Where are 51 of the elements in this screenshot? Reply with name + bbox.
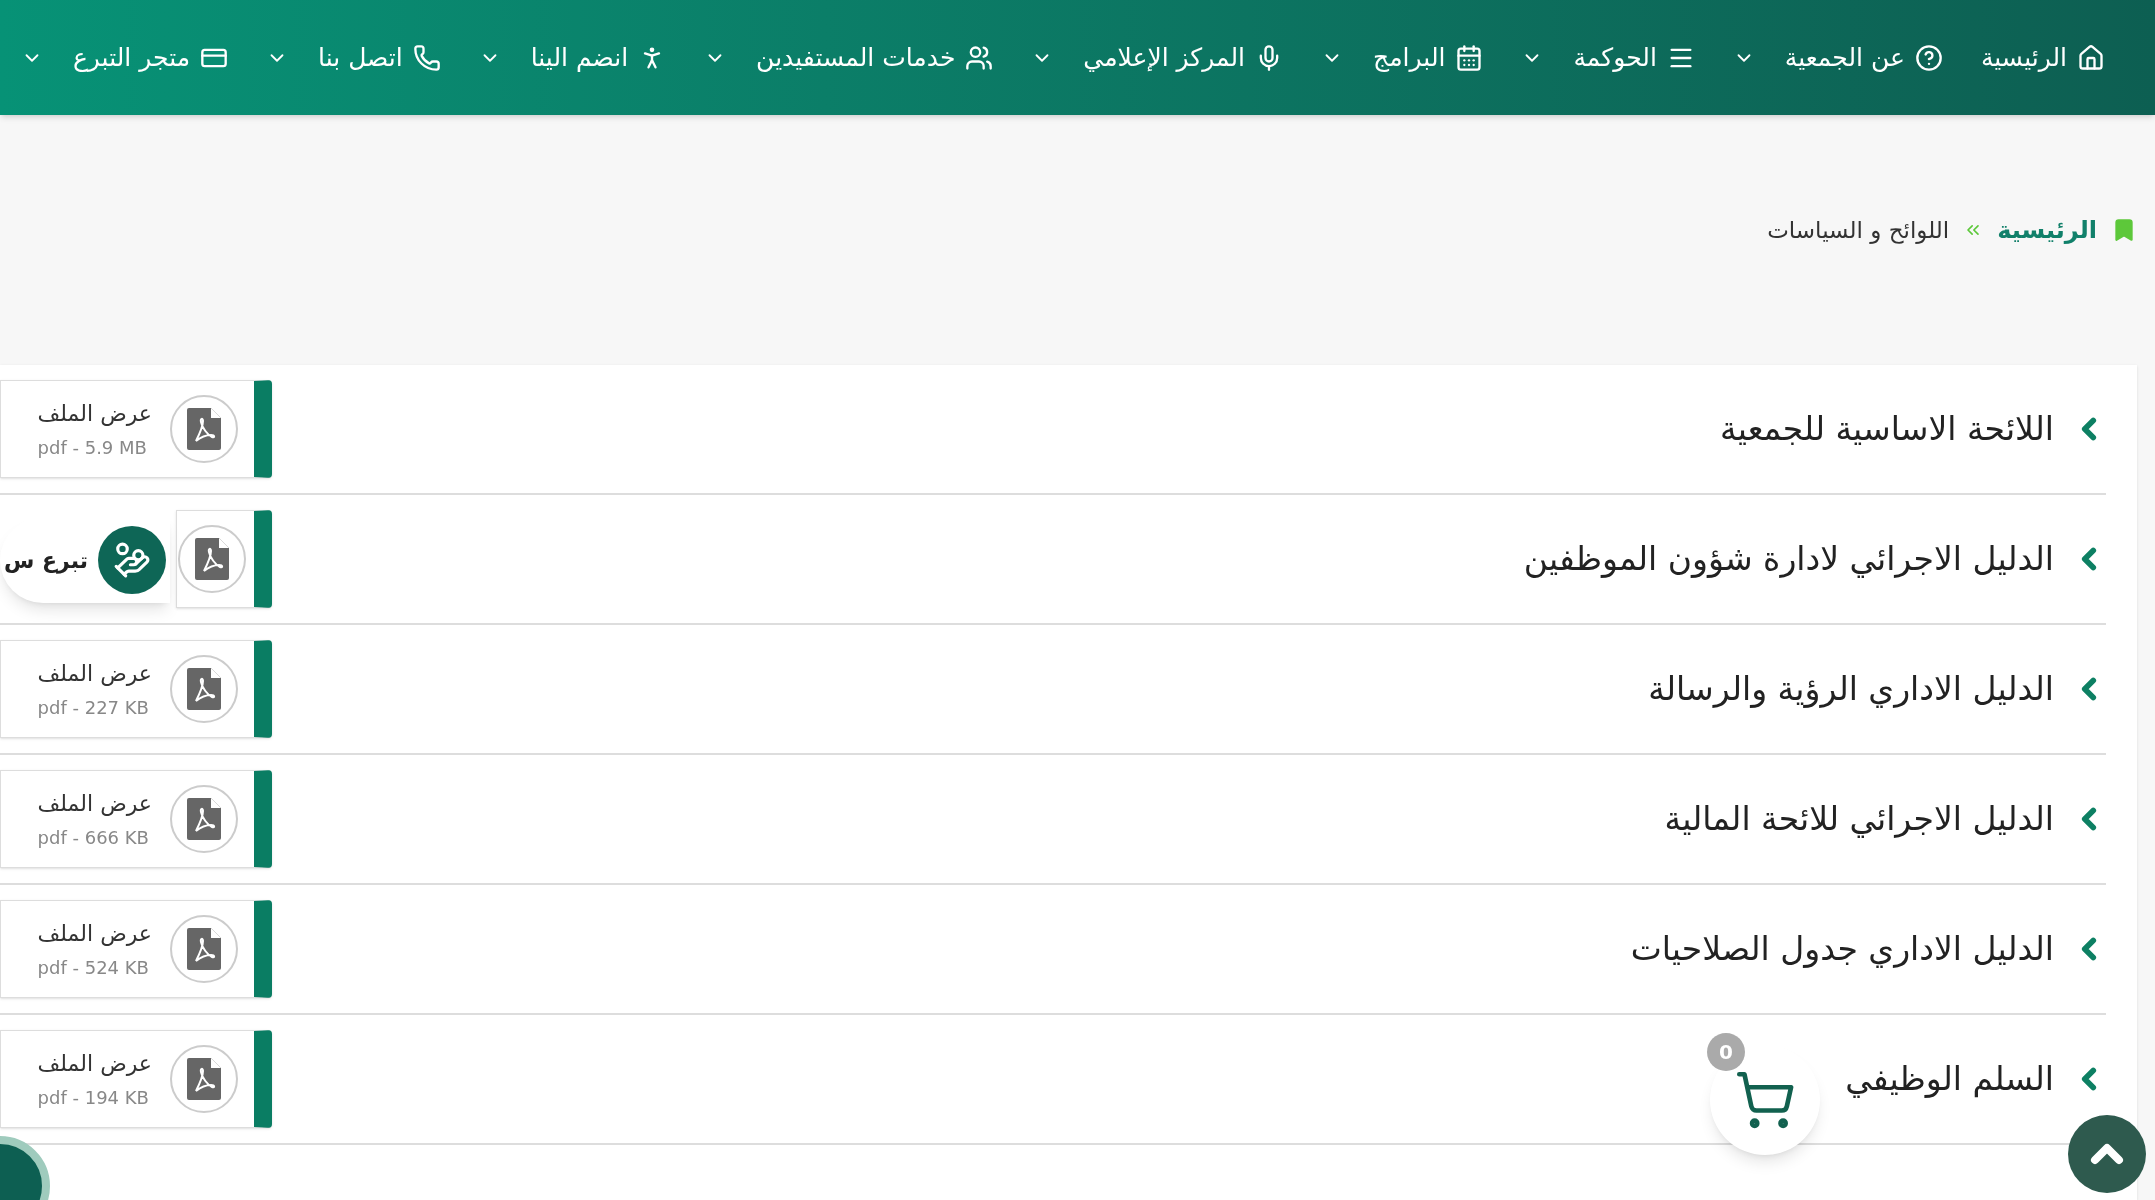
- nav-menu-item[interactable]: عن الجمعية: [1732, 38, 1943, 77]
- nav-label: اتصل بنا: [318, 41, 403, 74]
- nav-label: خدمات المستفيدين: [756, 41, 956, 74]
- nav-label: البرامج: [1373, 41, 1446, 74]
- pdf-file-icon: [195, 538, 229, 580]
- nav-menu-item[interactable]: خدمات المستفيدين: [704, 38, 994, 77]
- view-file-label: عرض الملف: [37, 400, 152, 428]
- breadcrumb-current: اللوائح و السياسات: [1767, 215, 1950, 246]
- nav-menu-item[interactable]: المركز الإعلامي: [1031, 38, 1284, 77]
- view-file-label: عرض الملف: [37, 660, 152, 688]
- nav-label: انضم الينا: [530, 41, 629, 74]
- file-size-label: pdf - 666 KB: [37, 826, 149, 850]
- view-file-label: عرض الملف: [37, 790, 152, 818]
- phone-icon: [412, 43, 441, 72]
- nav-menu-item[interactable]: البرامج: [1321, 38, 1484, 77]
- question-mark-icon: [1914, 43, 1943, 72]
- view-file-label: عرض الملف: [37, 920, 152, 948]
- file-size-label: pdf - 5.9 MB: [37, 436, 147, 460]
- pdf-file-icon: [187, 1058, 221, 1100]
- document-title[interactable]: الدليل الاجرائي لادارة شؤون الموظفين: [1523, 534, 2054, 584]
- pdf-file-icon: [187, 798, 221, 840]
- nav-label: عن الجمعية: [1784, 41, 1905, 74]
- nav-menu-item[interactable]: الرئيسية: [1980, 38, 2105, 77]
- document-title[interactable]: الدليل الاجرائي للائحة المالية: [1664, 794, 2054, 844]
- view-file-label: عرض الملف: [37, 1050, 152, 1078]
- cart-icon: [1734, 1069, 1796, 1131]
- donate-label: تبرع س: [4, 546, 88, 576]
- document-title[interactable]: الدليل الاداري الرؤية والرسالة: [1648, 664, 2054, 714]
- nav-menu-item[interactable]: متجر التبرع: [20, 38, 229, 77]
- pdf-file-icon: [187, 408, 221, 450]
- nav-menu-item[interactable]: اتصل بنا: [266, 38, 441, 77]
- donate-button[interactable]: تبرع س: [0, 517, 170, 603]
- calendar-icon: [1455, 43, 1484, 72]
- nav-label: الحوكمة: [1573, 41, 1657, 74]
- file-size-label: pdf - 194 KB: [37, 1086, 149, 1110]
- document-title[interactable]: اللائحة الاساسية للجمعية: [1720, 404, 2054, 454]
- nav-menu-item[interactable]: الحوكمة: [1521, 38, 1695, 77]
- home-icon: [2077, 43, 2105, 72]
- file-size-label: pdf - 227 KB: [37, 696, 149, 720]
- nav-label: المركز الإعلامي: [1083, 41, 1246, 74]
- nav-label: الرئيسية: [1980, 41, 2067, 74]
- pdf-file-icon: [187, 668, 221, 710]
- users-icon: [965, 43, 994, 72]
- document-title[interactable]: الدليل الاداري جدول الصلاحيات: [1630, 924, 2054, 974]
- nav-menu-item[interactable]: انضم الينا: [478, 38, 667, 77]
- view-file-card[interactable]: [176, 510, 272, 608]
- document-title[interactable]: السلم الوظيفي: [1845, 1054, 2054, 1104]
- nav-label: متجر التبرع: [72, 41, 191, 74]
- file-size-label: pdf - 524 KB: [37, 956, 149, 980]
- breadcrumb-home-link[interactable]: الرئيسية: [1997, 212, 2097, 248]
- pdf-file-icon: [187, 928, 221, 970]
